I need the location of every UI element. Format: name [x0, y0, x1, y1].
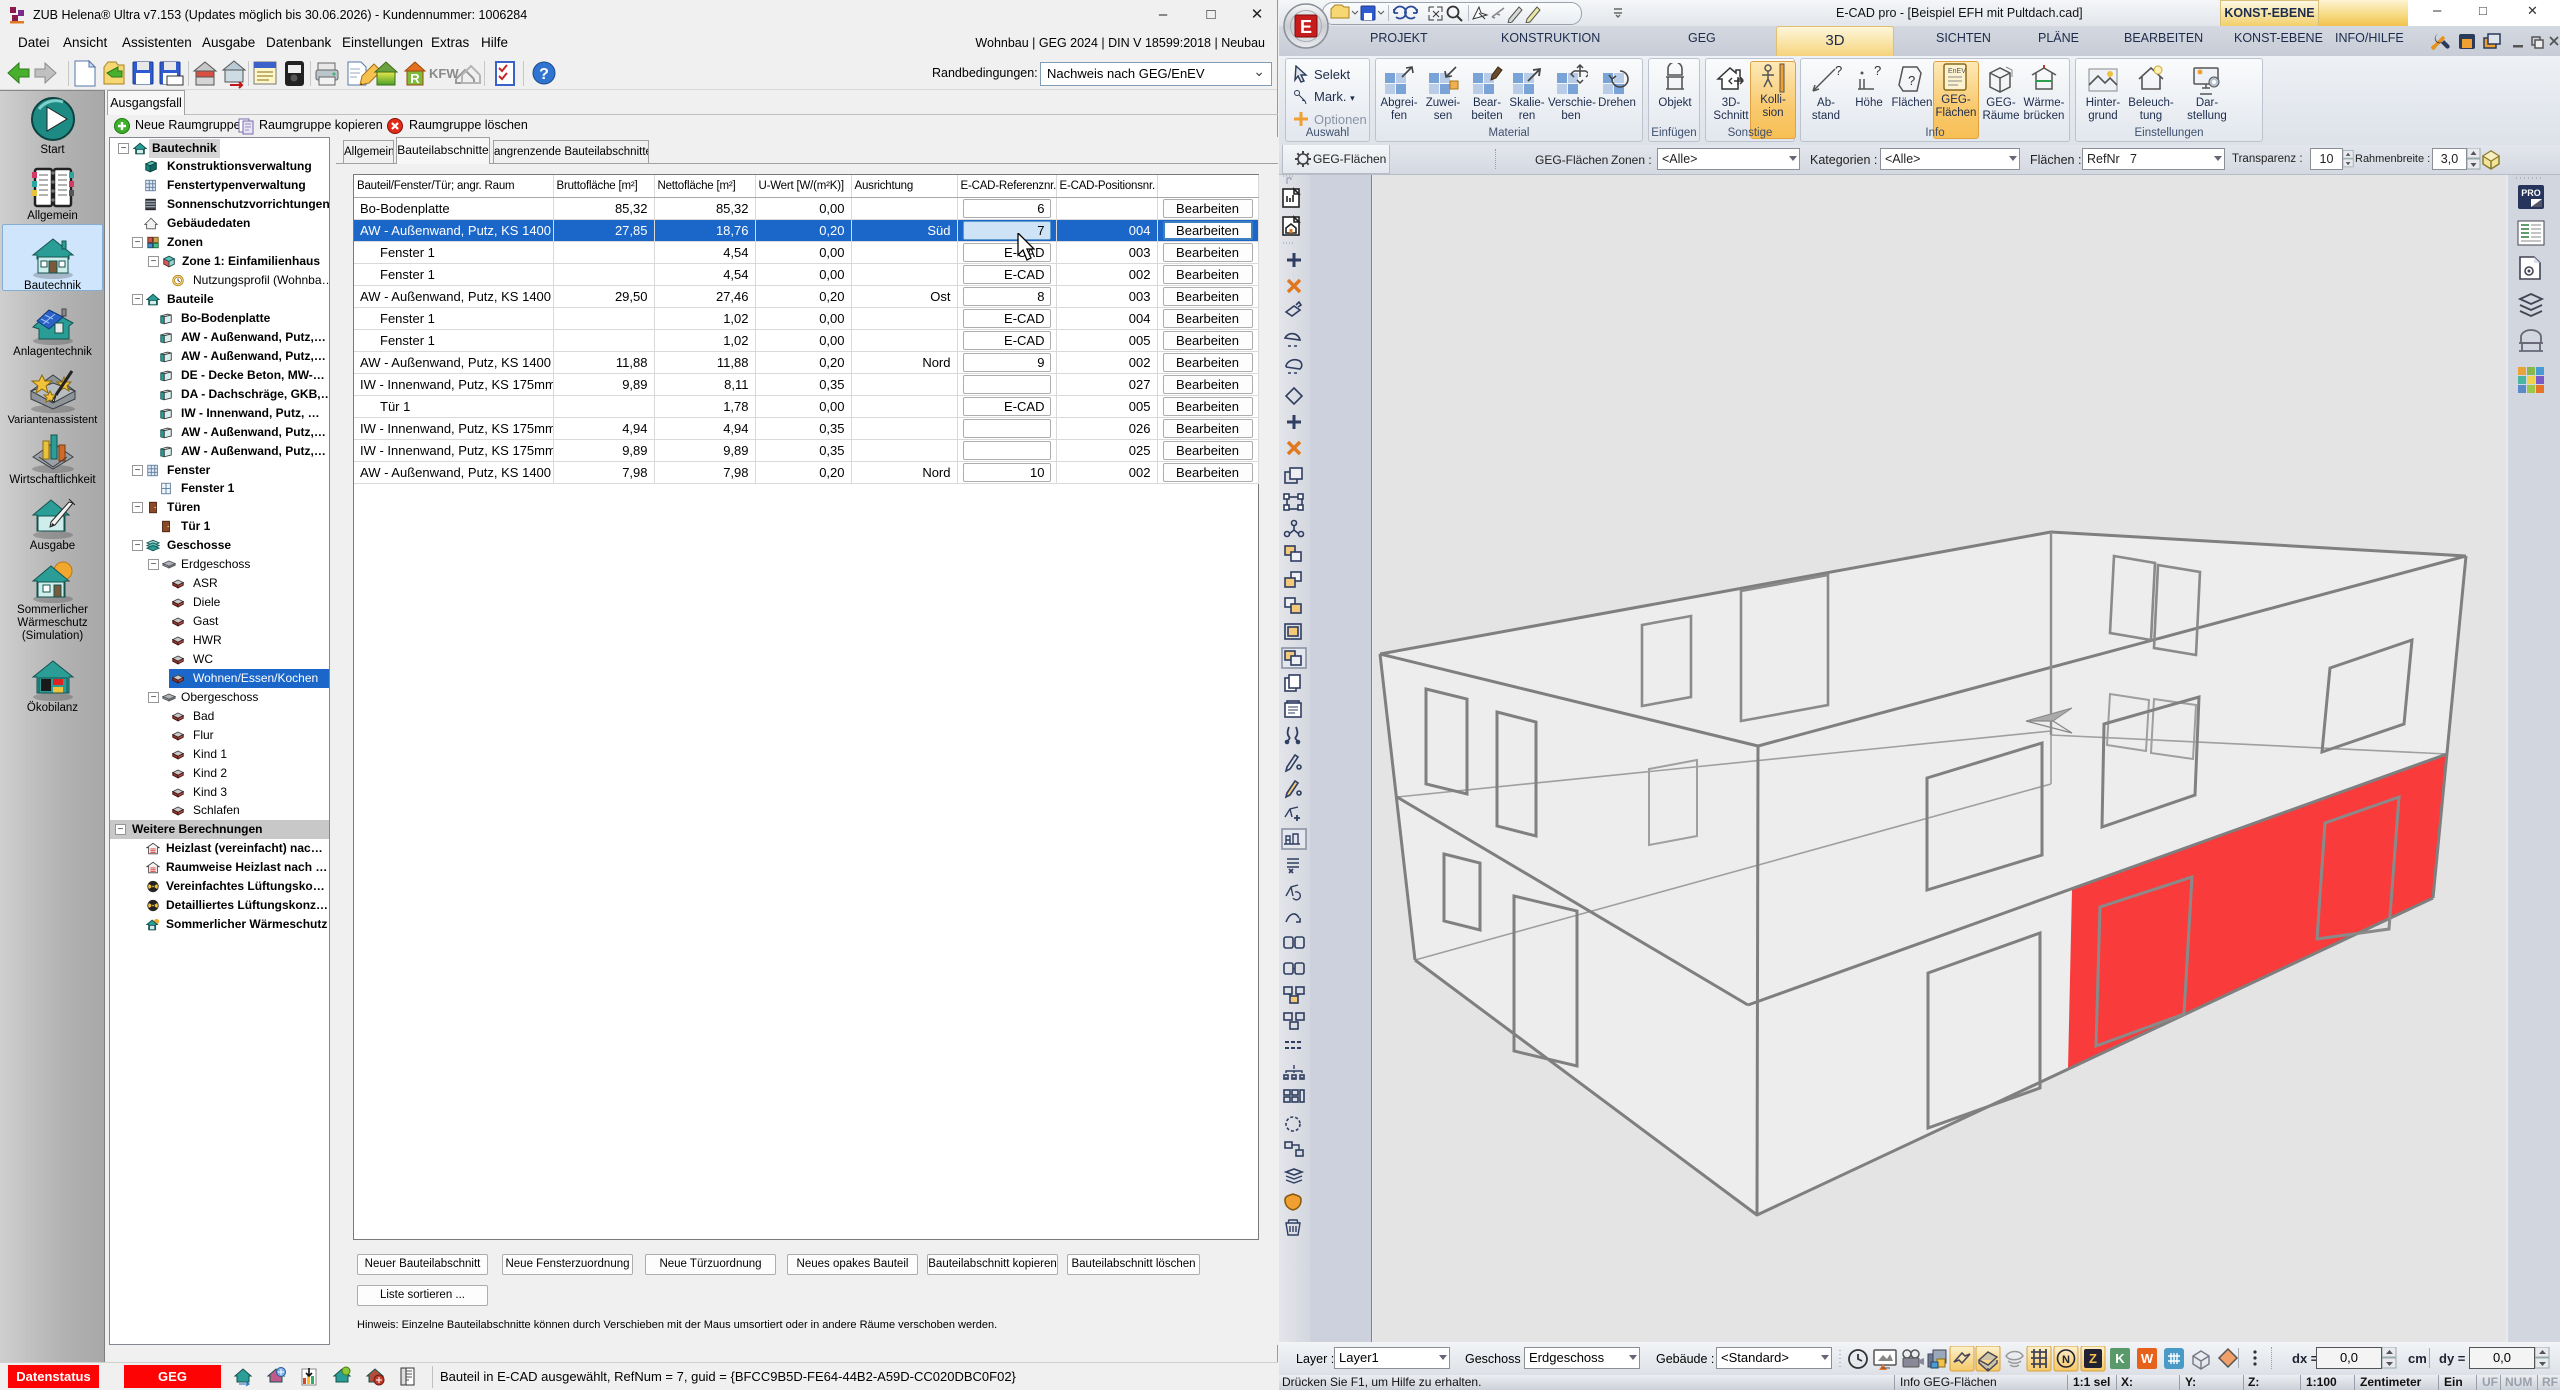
- svg-text:PRO: PRO: [2521, 188, 2541, 198]
- svg-text:?: ?: [1908, 73, 1915, 88]
- svg-text:R: R: [410, 71, 420, 86]
- svg-text:N: N: [2062, 1354, 2070, 1366]
- svg-text:?: ?: [1835, 63, 1842, 78]
- svg-text:EnEV: EnEV: [1948, 68, 1966, 75]
- svg-text:E: E: [1300, 17, 1312, 37]
- svg-text:?: ?: [539, 66, 549, 83]
- svg-text:W: W: [2141, 1351, 2154, 1366]
- svg-text:KFW: KFW: [429, 66, 459, 81]
- svg-text:K: K: [2115, 1351, 2125, 1366]
- svg-text:?: ?: [1874, 63, 1881, 78]
- svg-text:Z: Z: [2089, 1351, 2097, 1366]
